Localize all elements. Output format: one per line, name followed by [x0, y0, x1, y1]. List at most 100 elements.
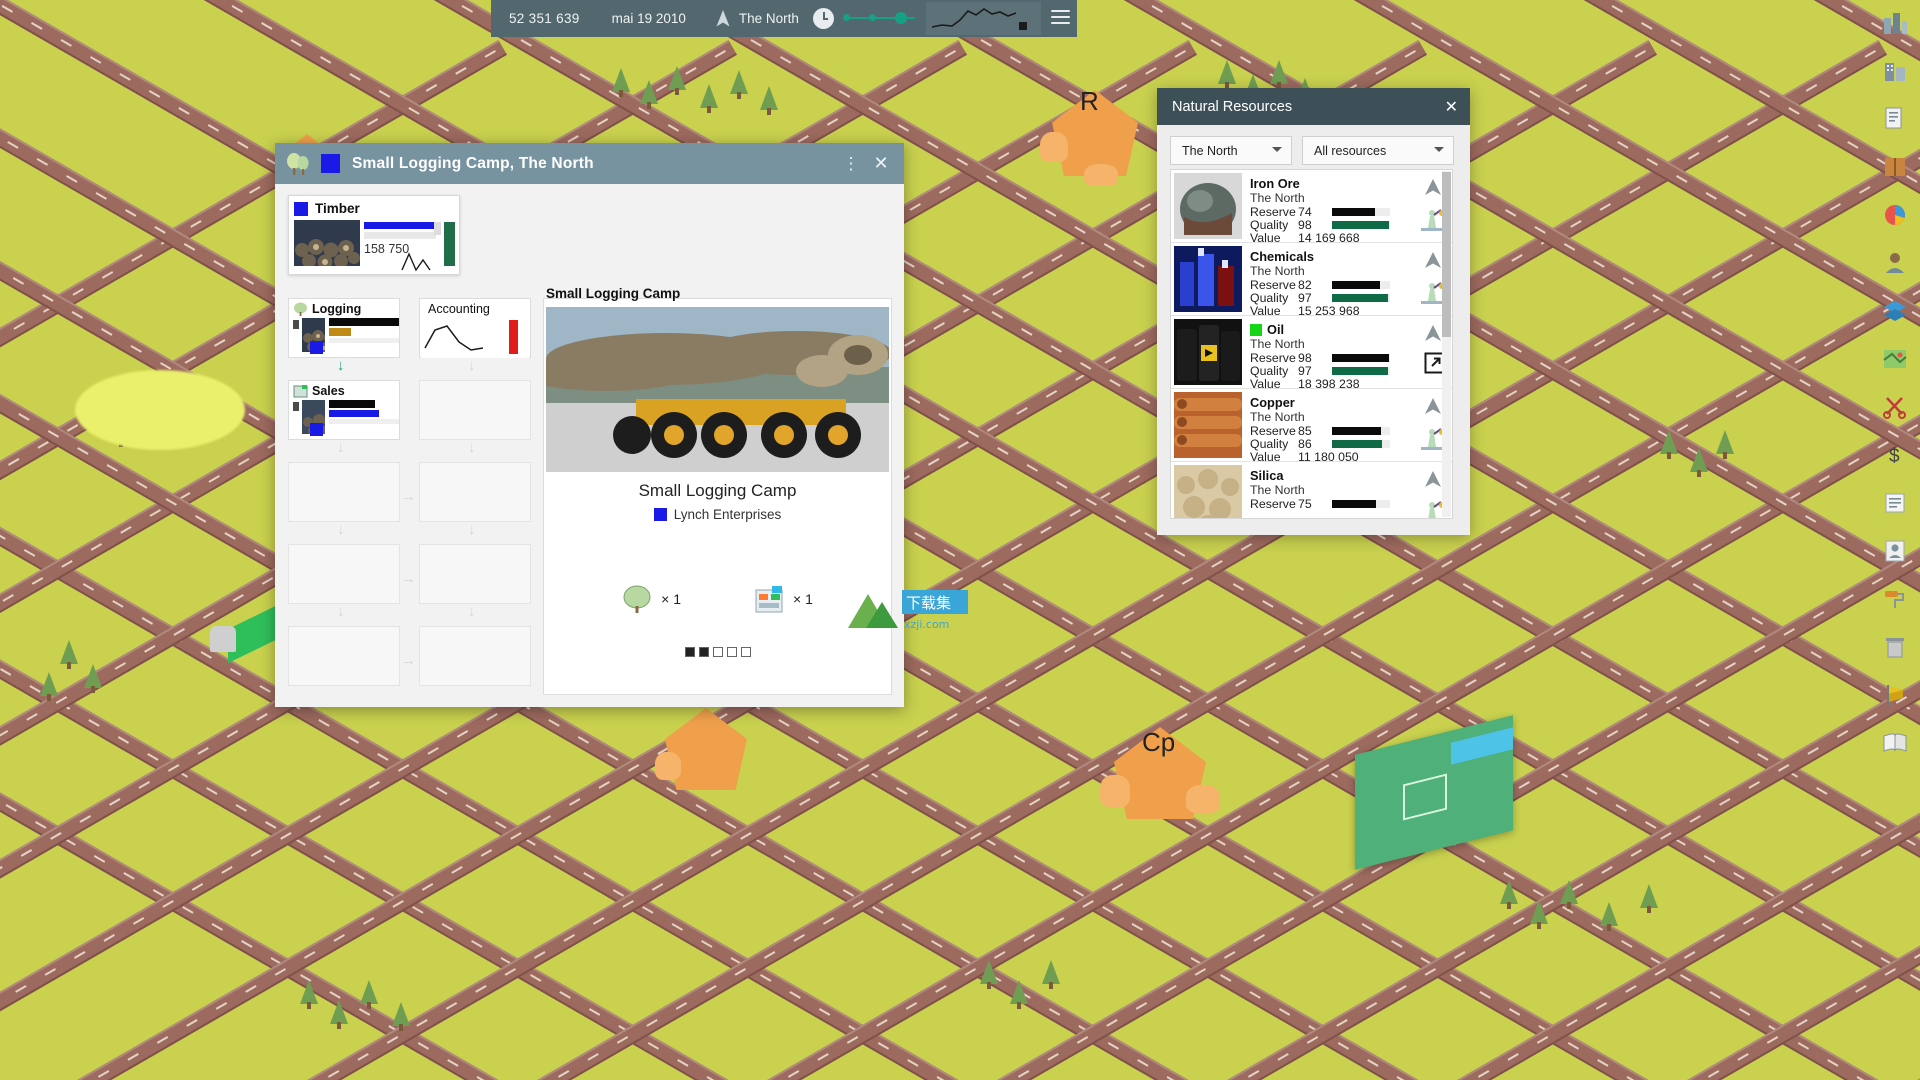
chevron-down-icon	[1272, 147, 1282, 152]
iron-ore-photo	[1174, 173, 1242, 239]
slot-logging[interactable]: × 1	[622, 584, 681, 614]
natural-resources-panel[interactable]: Natural Resources ✕ The North All resour…	[1157, 88, 1470, 535]
hamburger-menu-icon[interactable]	[1051, 10, 1070, 25]
resource-reserve-row: Reserve98	[1250, 351, 1408, 364]
contacts-icon[interactable]	[1878, 534, 1912, 568]
close-icon[interactable]: ✕	[866, 153, 896, 174]
silica-sand-photo	[1174, 465, 1242, 519]
resource-row[interactable]: CopperThe NorthReserve85Quality86Value11…	[1171, 389, 1452, 462]
sort-ascending-icon[interactable]	[1423, 396, 1443, 421]
trash-icon[interactable]	[1878, 630, 1912, 664]
clock-icon[interactable]	[813, 8, 834, 29]
list-icon[interactable]	[1878, 486, 1912, 520]
layers-icon[interactable]	[1878, 294, 1912, 328]
tree-icon	[285, 151, 311, 177]
reserve-bar	[1332, 500, 1390, 508]
chain-cell-empty[interactable]	[419, 462, 531, 522]
facility-owner: Lynch Enterprises	[544, 507, 891, 522]
chain-cell-empty[interactable]	[419, 626, 531, 686]
tree-icon	[622, 584, 652, 614]
reserve-value: 74	[1298, 205, 1332, 219]
resource-rock-r[interactable]: R	[1040, 80, 1150, 180]
sort-ascending-icon[interactable]	[1423, 469, 1443, 494]
kebab-menu-icon[interactable]: ⋮	[842, 154, 860, 174]
unit-company-swatch	[310, 423, 323, 436]
forest-cluster[interactable]	[75, 370, 245, 450]
scissors-icon[interactable]	[1878, 390, 1912, 424]
quality-value: 86	[1298, 437, 1332, 451]
reserve-bar	[1332, 427, 1390, 435]
chain-arrow-down: ↓	[468, 357, 476, 374]
chain-cell-empty[interactable]	[288, 626, 400, 686]
resource-rock-small[interactable]	[655, 700, 760, 795]
right-toolbar[interactable]: $	[1872, 0, 1920, 1080]
chain-arrow-right: →	[401, 488, 416, 505]
facility-name: Small Logging Camp	[544, 481, 891, 501]
chain-cell-sales[interactable]: Sales	[288, 380, 400, 440]
quality-value: 97	[1298, 364, 1332, 378]
chain-cell-empty[interactable]	[288, 462, 400, 522]
slot-sales[interactable]: × 1	[754, 585, 813, 613]
factory-window[interactable]: Small Logging Camp, The North ⋮ ✕ Timber	[275, 143, 904, 707]
paint-roller-icon[interactable]	[1878, 582, 1912, 616]
reserve-bar	[1332, 354, 1390, 362]
open-book-icon[interactable]	[1878, 726, 1912, 760]
chain-cell-empty[interactable]	[419, 544, 531, 604]
chain-cell-label: Logging	[312, 302, 361, 316]
product-summary-panel[interactable]: Timber 158 750	[288, 195, 460, 275]
chain-cell-empty[interactable]	[419, 380, 531, 440]
region-filter[interactable]: The North	[1170, 136, 1292, 165]
person-icon[interactable]	[1878, 246, 1912, 280]
resource-name: Oil	[1267, 322, 1284, 337]
map-icon[interactable]	[1878, 342, 1912, 376]
resource-row[interactable]: ChemicalsThe NorthReserve82Quality97Valu…	[1171, 243, 1452, 316]
sort-ascending-icon[interactable]	[1423, 250, 1443, 275]
chain-cell-logging[interactable]: Logging	[288, 298, 400, 358]
quality-label: Quality	[1250, 218, 1298, 232]
game-speed-slider[interactable]	[843, 16, 915, 20]
facility-detail-panel[interactable]: Small Logging Camp	[543, 298, 892, 695]
stock-chart-panel[interactable]	[926, 2, 1041, 35]
currency-icon[interactable]: $	[1878, 438, 1912, 472]
navigation-arrow-icon	[716, 10, 730, 27]
city-icon[interactable]	[1878, 6, 1912, 40]
chain-arrow-right: →	[401, 652, 416, 669]
factory-window-titlebar[interactable]: Small Logging Camp, The North ⋮ ✕	[275, 143, 904, 184]
facility-detail-header: Small Logging Camp	[546, 286, 680, 301]
resource-region: The North	[1250, 483, 1408, 497]
minimap[interactable]	[1355, 735, 1513, 850]
detail-pagination[interactable]	[544, 647, 891, 657]
scrollbar-thumb[interactable]	[1442, 172, 1451, 337]
book-icon[interactable]	[1878, 150, 1912, 184]
sort-ascending-icon[interactable]	[1423, 323, 1443, 348]
reserve-bar	[1332, 281, 1390, 289]
watermark: 下载集 xzji.com	[848, 588, 970, 636]
panel-title: Natural Resources	[1172, 99, 1292, 115]
resource-list[interactable]: Iron OreThe NorthReserve74Quality98Value…	[1170, 169, 1453, 519]
sales-icon	[754, 585, 784, 613]
resource-type-filter[interactable]: All resources	[1302, 136, 1454, 165]
svg-text:xzji.com: xzji.com	[904, 618, 949, 631]
chain-cell-empty[interactable]	[288, 544, 400, 604]
documents-icon[interactable]	[1878, 102, 1912, 136]
chain-arrow-down: ↓	[337, 603, 345, 620]
slot-count: × 1	[661, 591, 681, 607]
resource-rock-cp[interactable]: Cp	[1100, 715, 1220, 825]
flag-icon[interactable]	[1878, 678, 1912, 712]
unit-state-swatch	[293, 320, 299, 329]
game-date: mai 19 2010	[612, 11, 686, 26]
cash-amount: 52 351 639	[509, 11, 580, 26]
product-name: Timber	[315, 201, 360, 216]
chain-cell-label: Sales	[312, 384, 345, 398]
natural-resources-titlebar: Natural Resources ✕	[1157, 88, 1470, 125]
resource-row[interactable]: Iron OreThe NorthReserve74Quality98Value…	[1171, 170, 1452, 243]
timber-logs-photo	[294, 220, 360, 266]
chain-cell-accounting[interactable]: Accounting	[419, 298, 531, 358]
close-icon[interactable]: ✕	[1445, 97, 1458, 117]
current-region-label: The North	[739, 11, 799, 26]
resource-row[interactable]: SilicaThe NorthReserve75	[1171, 462, 1452, 519]
buildings-icon[interactable]	[1878, 54, 1912, 88]
pie-chart-icon[interactable]	[1878, 198, 1912, 232]
sort-ascending-icon[interactable]	[1423, 177, 1443, 202]
resource-row[interactable]: OilThe NorthReserve98Quality97Value18 39…	[1171, 316, 1452, 389]
